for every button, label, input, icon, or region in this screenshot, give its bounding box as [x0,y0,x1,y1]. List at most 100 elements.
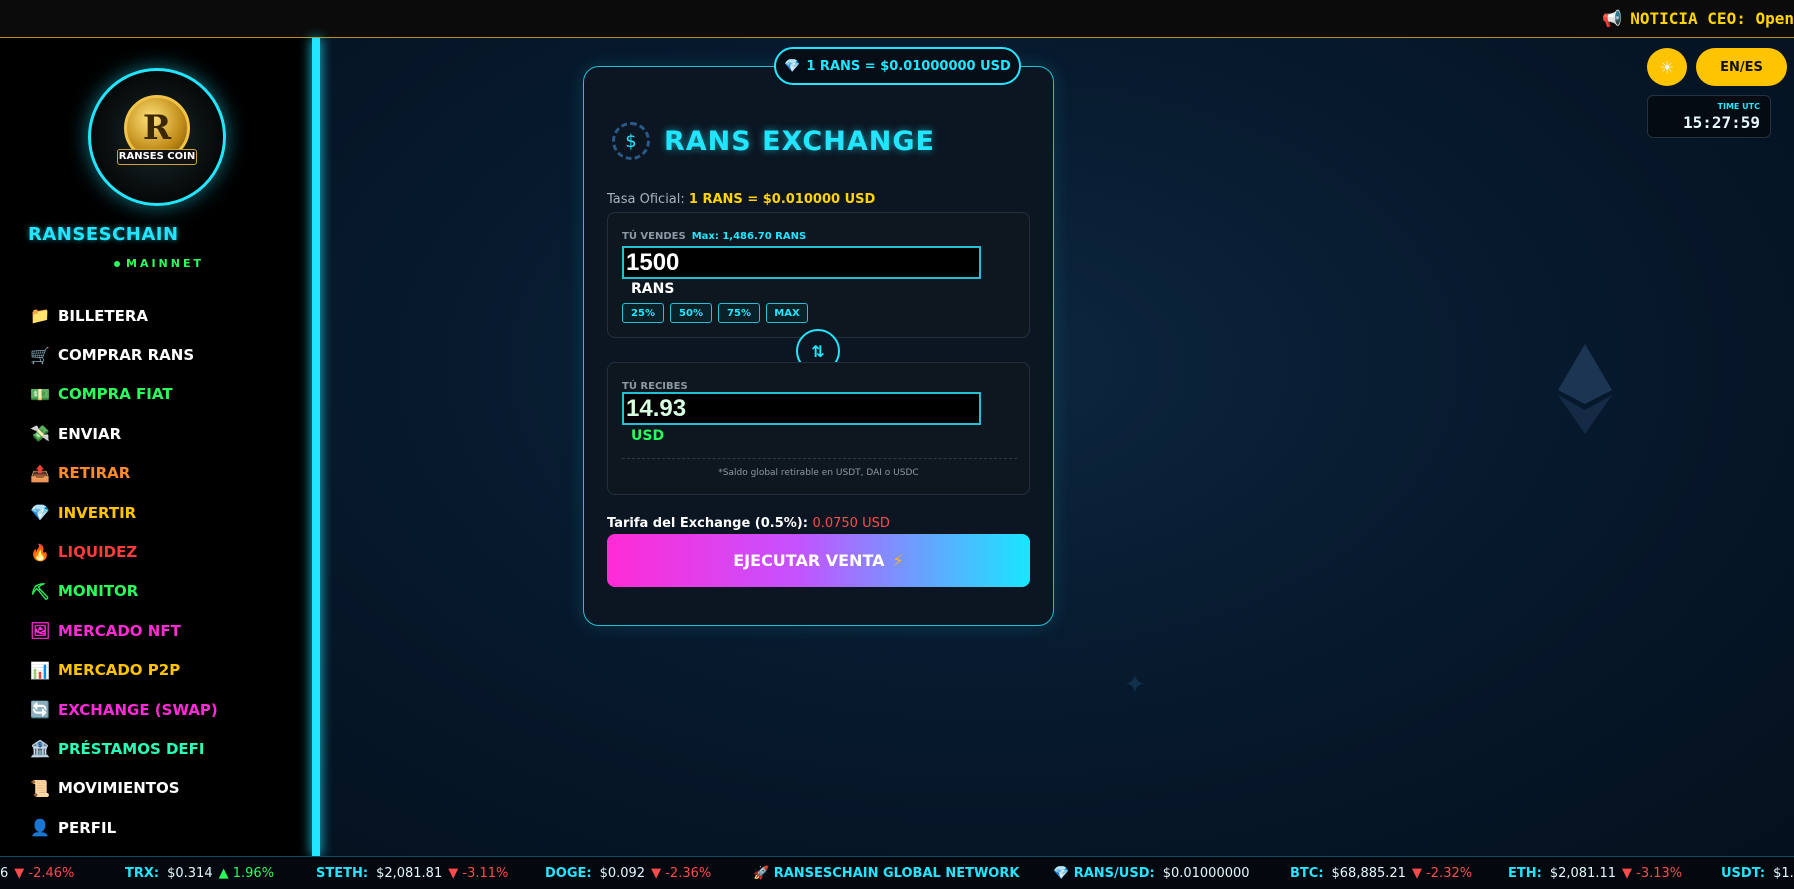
sidebar-item-invertir[interactable]: 💎 INVERTIR [30,493,290,532]
sidebar-item-enviar[interactable]: 💸 ENVIAR [30,414,290,453]
execute-sale-button[interactable]: EJECUTAR VENTA ⚡ [607,534,1030,587]
sell-amount-input[interactable]: 1500 [622,246,981,279]
ticker-item: STETH: $2,081.81 ▼ -3.11% [316,866,508,881]
sidebar-item-retirar[interactable]: 📤 RETIRAR [30,454,290,493]
sun-icon: ☀ [1659,57,1675,77]
ticker-price: $1.0 [1773,866,1794,881]
sidebar-item-label: COMPRA FIAT [58,385,173,404]
ticker-symbol: ETH: [1508,866,1542,881]
nav-icon: 📜 [30,778,50,798]
official-rate-label: Tasa Oficial: [607,192,685,207]
ticker-item: 💎 RANS/USD: $0.01000000 [1053,866,1256,881]
nav-icon: 🏦 [30,739,50,759]
sell-unit: RANS [631,281,675,297]
sidebar-item-exchange-swap[interactable]: 🔄 EXCHANGE (SWAP) [30,690,290,729]
nav-icon: 📊 [30,660,50,680]
sidebar: R RANSES COIN RANSESCHAIN MAINNET 📁 BILLE… [0,38,312,887]
ticker-price: $2,081.11 [1549,866,1616,881]
main-area [320,38,1794,856]
ticker-symbol: DOGE: [545,866,592,881]
ticker-price: 6 [0,866,9,881]
status-dot-icon [114,261,120,267]
sell-max: Max: 1,486.70 RANS [691,231,807,242]
sell-label-text: TÚ VENDES [622,231,686,242]
lightning-icon: ⚡ [892,551,904,570]
triangle-down-icon: ▼ [1411,866,1427,881]
ticker-change: 1.96% [232,866,275,881]
clock-label: TIME UTC [1717,102,1760,111]
nav-icon: 🔥 [30,542,50,562]
sidebar-item-billetera[interactable]: 📁 BILLETERA [30,296,290,335]
sidebar-item-perfil[interactable]: 👤 PERFIL [30,808,290,847]
exchange-title-text: RANS EXCHANGE [664,125,935,157]
sidebar-item-movimientos[interactable]: 📜 MOVIMIENTOS [30,769,290,808]
sidebar-item-label: MERCADO NFT [58,621,181,640]
pct-75-button[interactable]: 75% [718,303,760,323]
sidebar-item-label: RETIRAR [58,464,131,483]
triangle-down-icon: ▼ [1622,866,1637,881]
clock-time: 15:27:59 [1682,113,1760,132]
triangle-down-icon: ▼ [14,866,29,881]
brand-name: RANSESCHAIN [28,224,179,245]
sidebar-item-label: PRÉSTAMOS DEFI [58,739,205,758]
ticker-symbol: STETH: [316,866,369,881]
news-bar: 📢 NOTICIA CEO: Open [0,0,1794,38]
sidebar-item-monitor[interactable]: ⛏ MONITOR [30,572,290,611]
sidebar-nav: 📁 BILLETERA 🛒 COMPRAR RANS 💵 COMPRA FIAT 💸 ENVI… [30,296,290,887]
sidebar-item-mercado-nft[interactable]: 🖼 MERCADO NFT [30,611,290,650]
official-rate-value: 1 RANS = $0.010000 USD [688,192,876,207]
execute-label: EJECUTAR VENTA [733,551,885,570]
rate-pill-text: 1 RANS = $0.01000000 USD [806,58,1011,74]
sidebar-item-label: BILLETERA [58,306,149,325]
nav-icon: 🛒 [30,345,50,365]
sidebar-item-label: MOVIMIENTOS [58,779,180,798]
receive-amount-field: 14.93 [622,392,981,425]
megaphone-icon: 📢 [1602,9,1623,28]
theme-toggle-button[interactable]: ☀ [1647,48,1687,86]
logo-label: RANSES COIN [117,149,197,165]
nav-icon: 📁 [30,306,50,326]
ticker-price: $0.314 [167,866,213,881]
sidebar-item-label: EXCHANGE (SWAP) [58,700,218,719]
diamond-icon: 💎 [784,58,801,74]
sidebar-glow-edge [312,38,320,856]
sidebar-item-mercado-p2p[interactable]: 📊 MERCADO P2P [30,651,290,690]
receive-box: TÚ RECIBES 14.93 USD *Saldo global retir… [607,362,1030,495]
language-toggle-button[interactable]: EN/ES [1696,48,1787,86]
ticker-price: $68,885.21 [1331,866,1406,881]
swap-arrows-icon: ⇅ [811,341,825,361]
sidebar-item-compra-fiat[interactable]: 💵 COMPRA FIAT [30,375,290,414]
ticker-item: USDT: $1.0 [1721,866,1794,881]
ticker-item: BTC: $68,885.21 ▼ -2.32% [1290,866,1472,881]
receive-note: *Saldo global retirable en USDT, DAI o U… [718,468,919,478]
pct-50-button[interactable]: 50% [670,303,712,323]
sidebar-item-liquidez[interactable]: 🔥 LIQUIDEZ [30,532,290,571]
ticker-item: 🚀 RANSESCHAIN GLOBAL NETWORK [753,866,1027,881]
nav-icon: 🖼 [30,621,51,641]
news-ticker: 📢 NOTICIA CEO: Open [1602,9,1794,28]
ethereum-icon [1558,344,1612,434]
sidebar-item-comprar-rans[interactable]: 🛒 COMPRAR RANS [30,335,290,374]
ticker-symbol: TRX: [125,866,160,881]
sidebar-item-label: COMPRAR RANS [58,346,195,365]
sidebar-item-label: PERFIL [58,818,117,837]
pct-max-button[interactable]: MAX [766,303,808,323]
receive-unit: USD [631,428,665,444]
ticker-change: -2.46% [28,866,75,881]
ticker-symbol: USDT: [1721,866,1766,881]
sidebar-item-label: LIQUIDEZ [58,543,138,562]
nav-icon: 💎 [30,503,50,523]
ticker-change: -2.36% [665,866,712,881]
sidebar-item-pr-stamos-defi[interactable]: 🏦 PRÉSTAMOS DEFI [30,729,290,768]
triangle-up-icon: ▲ [218,866,233,881]
ticker-item: DOGE: $0.092 ▼ -2.36% [545,866,711,881]
nav-icon: 💵 [30,384,50,404]
ticker-item: 6 ▼ -2.46% [0,866,74,881]
sidebar-item-label: INVERTIR [58,503,137,522]
nav-icon: ⛏ [30,581,51,601]
ticker-change: -2.32% [1426,866,1473,881]
pct-25-button[interactable]: 25% [622,303,664,323]
triangle-down-icon: ▼ [651,866,666,881]
ticker-symbol: 🚀 RANSESCHAIN GLOBAL NETWORK [753,866,1020,881]
triangle-down-icon: ▼ [448,866,463,881]
